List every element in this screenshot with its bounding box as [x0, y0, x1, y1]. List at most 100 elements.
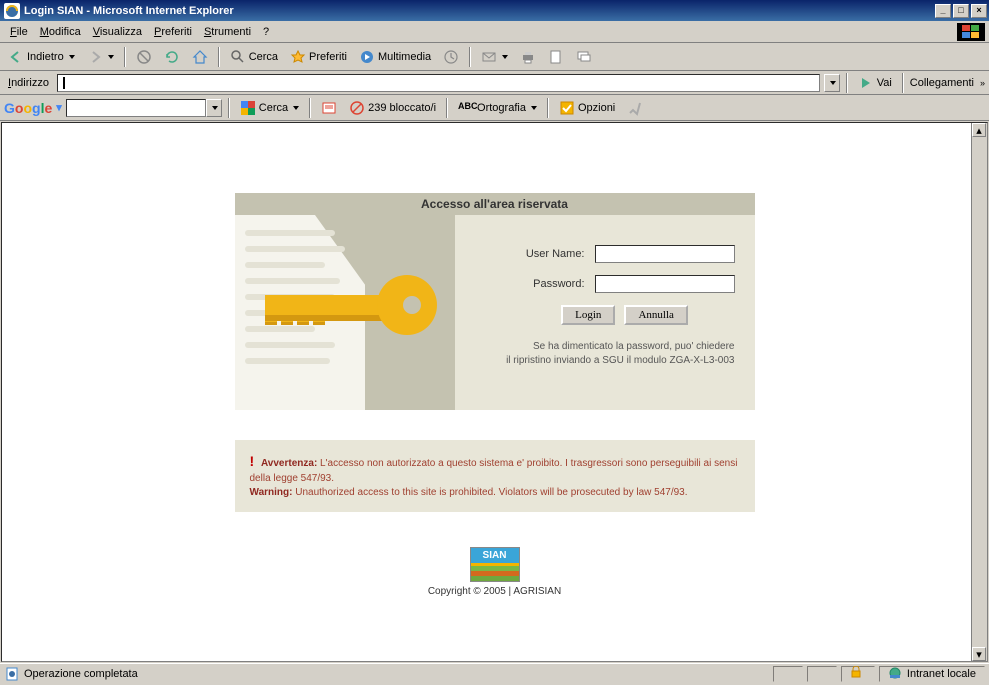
history-button[interactable] — [439, 46, 463, 68]
separator — [218, 47, 220, 67]
close-button[interactable]: × — [971, 4, 987, 18]
google-logo[interactable]: Google — [4, 100, 52, 116]
refresh-button[interactable] — [160, 46, 184, 68]
separator — [902, 73, 904, 93]
google-spell-label: Ortografia — [477, 102, 526, 114]
window-titlebar: Login SIAN - Microsoft Internet Explorer… — [0, 0, 989, 21]
google-dropdown[interactable]: ▾ — [56, 101, 62, 114]
menu-help[interactable]: ? — [257, 24, 275, 40]
chevron-right-icon: » — [980, 78, 985, 88]
stop-button[interactable] — [132, 46, 156, 68]
google-search-dropdown[interactable] — [206, 99, 222, 117]
google-toolbar: Google ▾ Cerca 239 bloccato/i ABC Ortogr… — [0, 95, 989, 121]
forward-icon — [87, 49, 103, 65]
username-label: User Name: — [485, 248, 585, 260]
password-input[interactable] — [595, 275, 735, 293]
menu-file[interactable]: File — [4, 24, 34, 40]
chevron-down-icon — [293, 106, 299, 110]
scroll-down-button[interactable]: ▾ — [972, 647, 986, 661]
login-page: Accesso all'area riservata — [235, 193, 755, 597]
windows-flag-icon — [957, 23, 985, 41]
standard-toolbar: Indietro Cerca Preferiti Multimedia — [0, 43, 989, 71]
back-button[interactable]: Indietro — [4, 46, 79, 68]
search-button[interactable]: Cerca — [226, 46, 282, 68]
menu-preferiti[interactable]: Preferiti — [148, 24, 198, 40]
maximize-button[interactable]: □ — [953, 4, 969, 18]
warning-title-en: Warning: — [250, 487, 293, 498]
warning-text-it: L'accesso non autorizzato a questo siste… — [250, 458, 738, 484]
forward-button[interactable] — [83, 46, 118, 68]
spell-icon: ABC — [458, 100, 474, 116]
google-highlight-button[interactable] — [623, 97, 647, 119]
favorites-button[interactable]: Preferiti — [286, 46, 351, 68]
google-cerca-label: Cerca — [259, 102, 288, 114]
search-icon — [240, 100, 256, 116]
statusbar: Operazione completata Intranet locale — [0, 663, 989, 683]
exclamation-icon: ! — [250, 453, 255, 469]
login-form: User Name: Password: Login Annulla Se ha… — [455, 215, 755, 410]
search-icon — [230, 49, 246, 65]
google-cerca-button[interactable]: Cerca — [236, 97, 303, 119]
address-dropdown[interactable] — [824, 74, 840, 92]
refresh-icon — [164, 49, 180, 65]
menu-visualizza[interactable]: Visualizza — [87, 24, 148, 40]
google-spell-button[interactable]: ABC Ortografia — [454, 97, 541, 119]
multimedia-label: Multimedia — [378, 51, 431, 63]
separator — [228, 98, 230, 118]
multimedia-button[interactable]: Multimedia — [355, 46, 435, 68]
username-input[interactable] — [595, 245, 735, 263]
minimize-button[interactable]: _ — [935, 4, 951, 18]
google-options-label: Opzioni — [578, 102, 615, 114]
favorites-label: Preferiti — [309, 51, 347, 63]
home-button[interactable] — [188, 46, 212, 68]
blocked-icon — [349, 100, 365, 116]
discuss-button[interactable] — [572, 46, 596, 68]
scroll-up-button[interactable]: ▴ — [972, 123, 986, 137]
sian-logo: SIAN — [470, 547, 520, 582]
media-icon — [359, 49, 375, 65]
links-label[interactable]: Collegamenti — [910, 77, 974, 89]
google-news-button[interactable] — [317, 97, 341, 119]
print-button[interactable] — [516, 46, 540, 68]
separator — [469, 47, 471, 67]
mail-button[interactable] — [477, 46, 512, 68]
login-button[interactable]: Login — [561, 305, 615, 325]
warning-title-it: Avvertenza: — [261, 458, 317, 469]
footer: SIAN Copyright © 2005 | AGRISIAN — [235, 547, 755, 597]
vertical-scrollbar[interactable]: ▴ ▾ — [971, 123, 987, 661]
copyright-text: Copyright © 2005 | AGRISIAN — [428, 586, 561, 597]
go-button[interactable]: Vai — [854, 75, 896, 91]
login-box: User Name: Password: Login Annulla Se ha… — [235, 215, 755, 410]
cursor — [63, 77, 65, 89]
history-icon — [443, 49, 459, 65]
google-search-input[interactable] — [66, 99, 206, 117]
discuss-icon — [576, 49, 592, 65]
password-label: Password: — [485, 278, 585, 290]
cancel-button[interactable]: Annulla — [624, 305, 687, 325]
separator — [309, 98, 311, 118]
back-label: Indietro — [27, 51, 64, 63]
chevron-down-icon — [212, 106, 218, 110]
content-area: ▴ ▾ Accesso all'area riservata — [1, 122, 988, 662]
edit-button[interactable] — [544, 46, 568, 68]
menu-strumenti[interactable]: Strumenti — [198, 24, 257, 40]
chevron-down-icon — [69, 55, 75, 59]
separator — [446, 98, 448, 118]
news-icon — [321, 100, 337, 116]
separator — [846, 73, 848, 93]
chevron-down-icon — [108, 55, 114, 59]
menu-modifica[interactable]: Modifica — [34, 24, 87, 40]
chevron-down-icon — [531, 106, 537, 110]
address-bar: Indirizzo Vai Collegamenti » — [0, 71, 989, 95]
google-options-button[interactable]: Opzioni — [555, 97, 619, 119]
stop-icon — [136, 49, 152, 65]
highlight-icon — [627, 100, 643, 116]
search-label: Cerca — [249, 51, 278, 63]
ie-icon — [4, 3, 20, 19]
go-label: Vai — [877, 77, 892, 89]
google-blocked-button[interactable]: 239 bloccato/i — [345, 97, 440, 119]
menubar: File Modifica Visualizza Preferiti Strum… — [0, 21, 989, 43]
address-input[interactable] — [57, 74, 820, 92]
star-icon — [290, 49, 306, 65]
back-icon — [8, 49, 24, 65]
